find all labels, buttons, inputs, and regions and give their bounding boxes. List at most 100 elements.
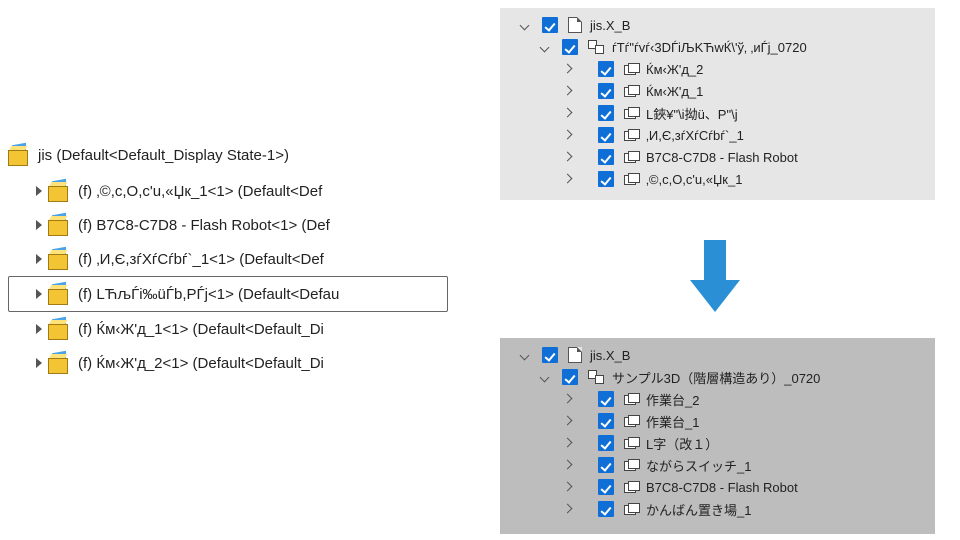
- tree-part-row[interactable]: L字（改１）: [506, 432, 929, 454]
- node-label: B7C8-C7D8 - Flash Robot: [646, 480, 798, 495]
- chevron-down-icon[interactable]: [520, 20, 530, 30]
- tree-part-row[interactable]: 作業台_2: [506, 388, 929, 410]
- chevron-right-icon[interactable]: [562, 482, 572, 492]
- part-icon: [624, 437, 638, 449]
- tree-part-row[interactable]: Ќм‹Ж'д_2: [506, 58, 929, 80]
- feature-tree-item[interactable]: (f) Ќм‹Ж'д_2<1> (Default<Default_Di: [8, 346, 448, 380]
- chevron-right-icon[interactable]: [562, 504, 572, 514]
- chevron-right-icon[interactable]: [562, 460, 572, 470]
- tree-assembly-row[interactable]: サンプル3D（階層構造あり）_0720: [506, 366, 929, 388]
- chevron-right-icon[interactable]: [562, 416, 572, 426]
- visibility-checkbox[interactable]: [598, 413, 614, 429]
- node-label: jis.X_B: [590, 18, 630, 33]
- part-icon: [624, 481, 638, 493]
- tree-root-row[interactable]: jis (Default<Default_Display State-1>): [8, 140, 448, 174]
- expand-icon[interactable]: [36, 324, 42, 334]
- feature-item-label: (f) ‚©,c,O,c'u,«Џк_1<1> (Default<Def: [78, 183, 322, 200]
- node-label: ‚©,c,O,c'u,«Џк_1: [646, 172, 742, 187]
- part-icon: [624, 459, 638, 471]
- visibility-checkbox[interactable]: [598, 391, 614, 407]
- visibility-checkbox[interactable]: [562, 39, 578, 55]
- assembly-box-icon: [48, 180, 72, 202]
- tree-root-row[interactable]: jis.X_B: [506, 14, 929, 36]
- part-icon: [624, 85, 638, 97]
- tree-part-row[interactable]: B7C8-C7D8 - Flash Robot: [506, 146, 929, 168]
- node-label: サンプル3D（階層構造あり）_0720: [612, 368, 820, 387]
- visibility-checkbox[interactable]: [598, 457, 614, 473]
- feature-item-label: (f) Ќм‹Ж'д_1<1> (Default<Default_Di: [78, 321, 324, 338]
- visibility-checkbox[interactable]: [562, 369, 578, 385]
- assembly-box-icon: [48, 352, 72, 374]
- visibility-checkbox[interactable]: [598, 105, 614, 121]
- chevron-right-icon[interactable]: [562, 130, 572, 140]
- visibility-checkbox[interactable]: [598, 127, 614, 143]
- feature-item-label: (f) B7C8-C7D8 - Flash Robot<1> (Def: [78, 217, 330, 234]
- part-icon: [624, 151, 638, 163]
- assembly-icon: [588, 370, 604, 384]
- expand-icon[interactable]: [36, 220, 42, 230]
- assembly-box-icon: [8, 144, 32, 166]
- expand-icon[interactable]: [36, 254, 42, 264]
- feature-tree-item[interactable]: (f) ‚И,Є,зѓХѓCѓbѓ`_1<1> (Default<Def: [8, 242, 448, 276]
- node-label: ‚И,Є,зѓХѓCѓbѓ`_1: [646, 128, 744, 143]
- visibility-checkbox[interactable]: [598, 501, 614, 517]
- visibility-checkbox[interactable]: [598, 435, 614, 451]
- chevron-down-icon[interactable]: [520, 350, 530, 360]
- encoding-before-tree: jis.X_B ѓTѓ"ѓvѓ‹3DЃiЉKЋwЌ\'ў‚ ‚иЃj_0720 Ќм…: [500, 8, 935, 200]
- expand-icon[interactable]: [36, 358, 42, 368]
- part-icon: [624, 63, 638, 75]
- feature-item-label: (f) LЋљЃi‰üЃb,РЃj<1> (Default<Defau: [78, 286, 339, 303]
- expand-icon[interactable]: [36, 186, 42, 196]
- node-label: 作業台_2: [646, 390, 699, 409]
- node-label: ѓTѓ"ѓvѓ‹3DЃiЉKЋwЌ\'ў‚ ‚иЃj_0720: [612, 40, 807, 55]
- chevron-right-icon[interactable]: [562, 438, 572, 448]
- part-icon: [624, 129, 638, 141]
- tree-part-row[interactable]: ‚©,c,O,c'u,«Џк_1: [506, 168, 929, 190]
- node-label: ながらスイッチ_1: [646, 456, 751, 475]
- tree-root-row[interactable]: jis.X_B: [506, 344, 929, 366]
- visibility-checkbox[interactable]: [598, 83, 614, 99]
- feature-tree-item[interactable]: (f) B7C8-C7D8 - Flash Robot<1> (Def: [8, 208, 448, 242]
- part-icon: [624, 393, 638, 405]
- visibility-checkbox[interactable]: [598, 171, 614, 187]
- assembly-box-icon: [48, 283, 72, 305]
- visibility-checkbox[interactable]: [598, 149, 614, 165]
- node-label: Ќм‹Ж'д_2: [646, 62, 703, 77]
- chevron-right-icon[interactable]: [562, 394, 572, 404]
- chevron-right-icon[interactable]: [562, 152, 572, 162]
- visibility-checkbox[interactable]: [598, 479, 614, 495]
- chevron-right-icon[interactable]: [562, 64, 572, 74]
- part-icon: [624, 415, 638, 427]
- node-label: jis.X_B: [590, 348, 630, 363]
- part-icon: [624, 173, 638, 185]
- chevron-down-icon[interactable]: [540, 372, 550, 382]
- chevron-down-icon[interactable]: [540, 42, 550, 52]
- chevron-right-icon[interactable]: [562, 174, 572, 184]
- expand-icon[interactable]: [36, 289, 42, 299]
- part-icon: [624, 503, 638, 515]
- tree-part-row[interactable]: 作業台_1: [506, 410, 929, 432]
- file-icon: [568, 17, 582, 33]
- visibility-checkbox[interactable]: [598, 61, 614, 77]
- assembly-icon: [588, 40, 604, 54]
- visibility-checkbox[interactable]: [542, 347, 558, 363]
- feature-item-label: (f) Ќм‹Ж'д_2<1> (Default<Default_Di: [78, 355, 324, 372]
- chevron-right-icon[interactable]: [562, 108, 572, 118]
- tree-part-row[interactable]: L鋏¥"\i拗ü、P"\j: [506, 102, 929, 124]
- part-icon: [624, 107, 638, 119]
- tree-assembly-row[interactable]: ѓTѓ"ѓvѓ‹3DЃiЉKЋwЌ\'ў‚ ‚иЃj_0720: [506, 36, 929, 58]
- file-icon: [568, 347, 582, 363]
- feature-tree-item[interactable]: (f) Ќм‹Ж'д_1<1> (Default<Default_Di: [8, 312, 448, 346]
- tree-part-row[interactable]: Ќм‹Ж'д_1: [506, 80, 929, 102]
- feature-tree-item[interactable]: (f) ‚©,c,O,c'u,«Џк_1<1> (Default<Def: [8, 174, 448, 208]
- visibility-checkbox[interactable]: [542, 17, 558, 33]
- node-label: かんばん置き場_1: [646, 500, 751, 519]
- tree-part-row[interactable]: ‚И,Є,зѓХѓCѓbѓ`_1: [506, 124, 929, 146]
- feature-tree-item[interactable]: (f) LЋљЃi‰üЃb,РЃj<1> (Default<Defau: [8, 276, 448, 312]
- left-feature-tree: jis (Default<Default_Display State-1>) (…: [8, 140, 448, 380]
- tree-part-row[interactable]: ながらスイッチ_1: [506, 454, 929, 476]
- chevron-right-icon[interactable]: [562, 86, 572, 96]
- arrow-down-icon: [690, 240, 740, 320]
- tree-part-row[interactable]: かんばん置き場_1: [506, 498, 929, 520]
- tree-part-row[interactable]: B7C8-C7D8 - Flash Robot: [506, 476, 929, 498]
